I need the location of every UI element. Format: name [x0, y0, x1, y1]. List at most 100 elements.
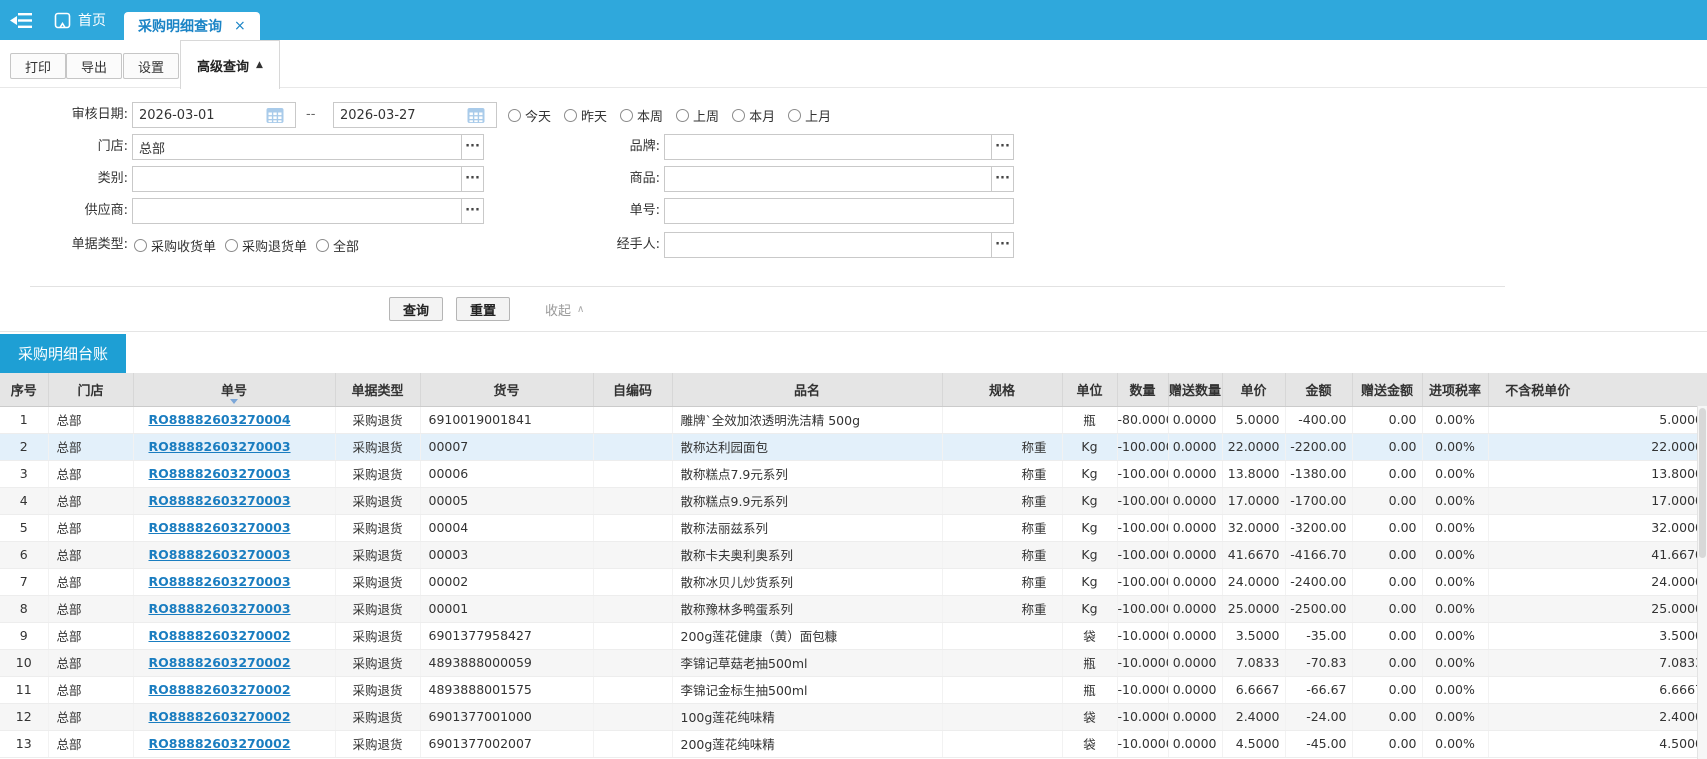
- column-header-custom-code[interactable]: 自编码: [593, 373, 672, 406]
- bill-type-label: 单据类型:: [8, 232, 128, 258]
- query-button[interactable]: 查询: [389, 297, 443, 321]
- column-header-gift-qty[interactable]: 赠送数量: [1168, 373, 1222, 406]
- settings-button[interactable]: 设置: [123, 53, 179, 79]
- cell-input-tax-rate: 0.00%: [1422, 595, 1488, 622]
- cell-unit-price: 25.0000: [1222, 595, 1285, 622]
- tab-purchase-detail-ledger[interactable]: 采购明细台账: [0, 334, 126, 373]
- bill-no-link[interactable]: RO88882603270002: [149, 628, 291, 643]
- divider: [30, 286, 1505, 287]
- bill-no-input[interactable]: [664, 198, 1014, 224]
- column-header-input-tax-rate[interactable]: 进项税率: [1422, 373, 1488, 406]
- bill-no-link[interactable]: RO88882603270003: [149, 601, 291, 616]
- brand-more-button[interactable]: ···: [991, 134, 1014, 160]
- bill-no-link[interactable]: RO88882603270002: [149, 655, 291, 670]
- column-header-bill-no[interactable]: 单号: [133, 373, 335, 406]
- supplier-input[interactable]: [132, 198, 462, 224]
- handler-more-button[interactable]: ···: [991, 232, 1014, 258]
- bill-no-link[interactable]: RO88882603270003: [149, 520, 291, 535]
- radio-last-month[interactable]: 上月: [788, 106, 831, 125]
- column-header-qty[interactable]: 数量: [1117, 373, 1168, 406]
- cell-bill-type: 采购退货: [335, 703, 420, 730]
- reset-button[interactable]: 重置: [456, 297, 510, 321]
- table-row[interactable]: 11总部RO88882603270002采购退货4893888001575李锦记…: [0, 676, 1707, 703]
- bill-no-link[interactable]: RO88882603270003: [149, 493, 291, 508]
- print-button[interactable]: 打印: [10, 53, 66, 79]
- column-header-amount[interactable]: 金额: [1285, 373, 1352, 406]
- table-row[interactable]: 5总部RO88882603270003采购退货00004散称法丽兹系列称重Kg-…: [0, 514, 1707, 541]
- export-button[interactable]: 导出: [66, 53, 122, 79]
- table-row[interactable]: 6总部RO88882603270003采购退货00003散称卡夫奥利奥系列称重K…: [0, 541, 1707, 568]
- column-header-label: 单价: [1240, 384, 1266, 399]
- column-header-unit[interactable]: 单位: [1062, 373, 1117, 406]
- radio-this-month[interactable]: 本月: [732, 106, 775, 125]
- cell-unit-price: 13.8000: [1222, 460, 1285, 487]
- store-more-button[interactable]: ···: [461, 134, 484, 160]
- product-input[interactable]: [664, 166, 992, 192]
- bill-no-link[interactable]: RO88882603270002: [149, 709, 291, 724]
- column-header-unit-price[interactable]: 单价: [1222, 373, 1285, 406]
- bill-no-link[interactable]: RO88882603270002: [149, 736, 291, 751]
- bill-no-link[interactable]: RO88882603270003: [149, 466, 291, 481]
- cell-price-excl-tax: 13.8000: [1488, 460, 1707, 487]
- radio-all[interactable]: 全部: [316, 236, 359, 255]
- brand-input[interactable]: [664, 134, 992, 160]
- calendar-icon[interactable]: [466, 105, 486, 125]
- column-header-gift-amount[interactable]: 赠送金额: [1352, 373, 1422, 406]
- column-header-product-name[interactable]: 品名: [672, 373, 942, 406]
- table-row[interactable]: 10总部RO88882603270002采购退货4893888000059李锦记…: [0, 649, 1707, 676]
- column-header-store[interactable]: 门店: [48, 373, 133, 406]
- cell-sku-no: 00005: [420, 487, 593, 514]
- table-row[interactable]: 1总部RO88882603270004采购退货6910019001841雕牌`全…: [0, 406, 1707, 433]
- supplier-more-button[interactable]: ···: [461, 198, 484, 224]
- table-row[interactable]: 8总部RO88882603270003采购退货00001散称豫林多鸭蛋系列称重K…: [0, 595, 1707, 622]
- cell-spec: [942, 703, 1062, 730]
- category-more-button[interactable]: ···: [461, 166, 484, 192]
- bill-no-link[interactable]: RO88882603270002: [149, 682, 291, 697]
- calendar-icon[interactable]: [265, 105, 285, 125]
- column-header-bill-type[interactable]: 单据类型: [335, 373, 420, 406]
- bill-no-link[interactable]: RO88882603270003: [149, 574, 291, 589]
- advanced-query-button[interactable]: 高级查询 ▲: [180, 40, 280, 89]
- scrollbar-thumb[interactable]: [1699, 408, 1706, 558]
- collapse-label: 收起: [545, 300, 571, 319]
- table-row[interactable]: 4总部RO88882603270003采购退货00005散称糕点9.9元系列称重…: [0, 487, 1707, 514]
- radio-purchase-receipt[interactable]: 采购收货单: [134, 236, 216, 255]
- cell-gift-qty: 0.0000: [1168, 730, 1222, 757]
- product-more-button[interactable]: ···: [991, 166, 1014, 192]
- table-row[interactable]: 2总部RO88882603270003采购退货00007散称达利园面包称重Kg-…: [0, 433, 1707, 460]
- bill-no-link[interactable]: RO88882603270004: [149, 412, 291, 427]
- cell-bill-type: 采购退货: [335, 649, 420, 676]
- audit-date-from-input[interactable]: [133, 104, 265, 126]
- radio-yesterday[interactable]: 昨天: [564, 106, 607, 125]
- bill-no-link[interactable]: RO88882603270003: [149, 547, 291, 562]
- handler-input[interactable]: [664, 232, 992, 258]
- cell-custom-code: [593, 595, 672, 622]
- collapse-sidebar-icon[interactable]: [10, 12, 34, 29]
- radio-today[interactable]: 今天: [508, 106, 551, 125]
- cell-index: 12: [0, 703, 48, 730]
- table-row[interactable]: 13总部RO88882603270002采购退货6901377002007200…: [0, 730, 1707, 757]
- audit-date-to-input[interactable]: [334, 104, 466, 126]
- store-input[interactable]: [132, 134, 462, 160]
- table-row[interactable]: 9总部RO88882603270002采购退货6901377958427200g…: [0, 622, 1707, 649]
- bill-no-link[interactable]: RO88882603270003: [149, 439, 291, 454]
- category-input[interactable]: [132, 166, 462, 192]
- column-header-spec[interactable]: 规格: [942, 373, 1062, 406]
- cell-gift-amount: 0.00: [1352, 649, 1422, 676]
- tab-purchase-detail-query[interactable]: 采购明细查询 ×: [124, 12, 260, 40]
- column-header-index[interactable]: 序号: [0, 373, 48, 406]
- table-row[interactable]: 3总部RO88882603270003采购退货00006散称糕点7.9元系列称重…: [0, 460, 1707, 487]
- radio-last-week[interactable]: 上周: [676, 106, 719, 125]
- home-tab[interactable]: 首页: [54, 10, 106, 30]
- table-row[interactable]: 7总部RO88882603270003采购退货00002散称冰贝儿炒货系列称重K…: [0, 568, 1707, 595]
- column-header-price-excl-tax[interactable]: 不含税单价: [1488, 373, 1707, 406]
- radio-purchase-return[interactable]: 采购退货单: [225, 236, 307, 255]
- cell-store: 总部: [48, 595, 133, 622]
- vertical-scrollbar[interactable]: [1697, 406, 1707, 759]
- cell-input-tax-rate: 0.00%: [1422, 487, 1488, 514]
- tab-close-icon[interactable]: ×: [234, 18, 246, 34]
- collapse-panel-toggle[interactable]: 收起 ∧: [545, 300, 584, 319]
- radio-this-week[interactable]: 本周: [620, 106, 663, 125]
- column-header-sku-no[interactable]: 货号: [420, 373, 593, 406]
- table-row[interactable]: 12总部RO88882603270002采购退货6901377001000100…: [0, 703, 1707, 730]
